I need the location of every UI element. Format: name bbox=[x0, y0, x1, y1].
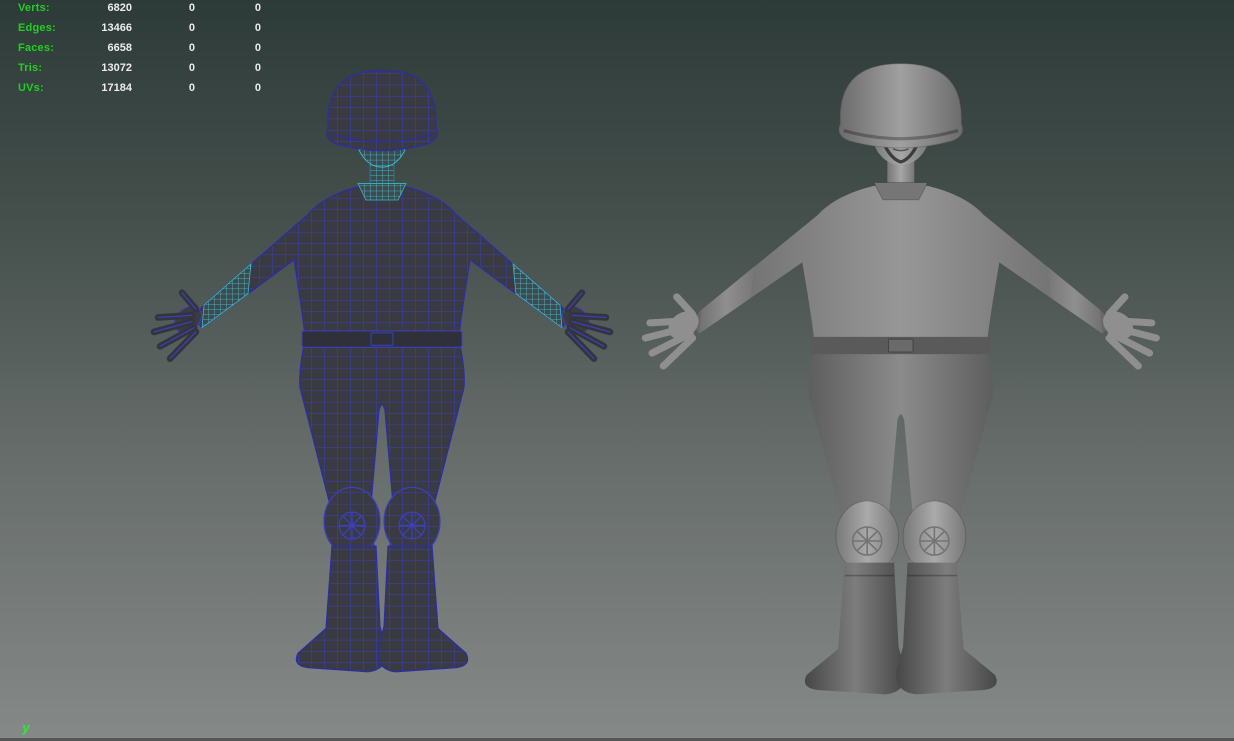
right-forearm-guard bbox=[1048, 267, 1103, 334]
left-kneepad-disc bbox=[853, 527, 882, 555]
left-boot bbox=[296, 546, 386, 672]
hud-value: 0 bbox=[18, 22, 261, 34]
helmet bbox=[327, 70, 438, 150]
hud-row-edges: Edges: 13466 0 0 bbox=[18, 22, 278, 42]
right-kneepad-disc bbox=[399, 512, 425, 539]
soldier-model-shaded[interactable] bbox=[645, 64, 1156, 695]
right-boot bbox=[896, 563, 997, 695]
left-forearm-guard bbox=[699, 267, 754, 334]
right-kneepad-disc bbox=[920, 527, 949, 555]
right-forearm-guard bbox=[513, 264, 562, 328]
right-boot bbox=[378, 546, 468, 672]
poly-count-hud: Verts: 6820 0 0 Edges: 13466 0 0 Faces: … bbox=[18, 2, 278, 102]
viewport-canvas[interactable] bbox=[0, 0, 1234, 741]
soldier-model-wireframe[interactable] bbox=[154, 70, 610, 672]
hud-row-uvs: UVs: 17184 0 0 bbox=[18, 82, 278, 102]
collar bbox=[358, 184, 406, 200]
hud-value: 0 bbox=[18, 82, 261, 94]
hud-value: 0 bbox=[18, 62, 261, 74]
hud-row-faces: Faces: 6658 0 0 bbox=[18, 42, 278, 62]
hud-row-verts: Verts: 6820 0 0 bbox=[18, 2, 278, 22]
collar bbox=[874, 182, 928, 199]
left-forearm-guard bbox=[202, 264, 251, 328]
maya-viewport[interactable]: Verts: 6820 0 0 Edges: 13466 0 0 Faces: … bbox=[0, 0, 1234, 741]
hud-value: 0 bbox=[18, 42, 261, 54]
shirt-torso bbox=[198, 186, 567, 336]
hud-row-tris: Tris: 13072 0 0 bbox=[18, 62, 278, 82]
left-kneepad-disc bbox=[339, 512, 365, 539]
left-boot bbox=[805, 563, 906, 695]
shirt-torso bbox=[694, 185, 1107, 343]
belt-buckle bbox=[371, 333, 393, 345]
hud-value: 0 bbox=[18, 2, 261, 14]
axis-y-label: y bbox=[22, 721, 30, 735]
belt-buckle bbox=[888, 339, 913, 352]
